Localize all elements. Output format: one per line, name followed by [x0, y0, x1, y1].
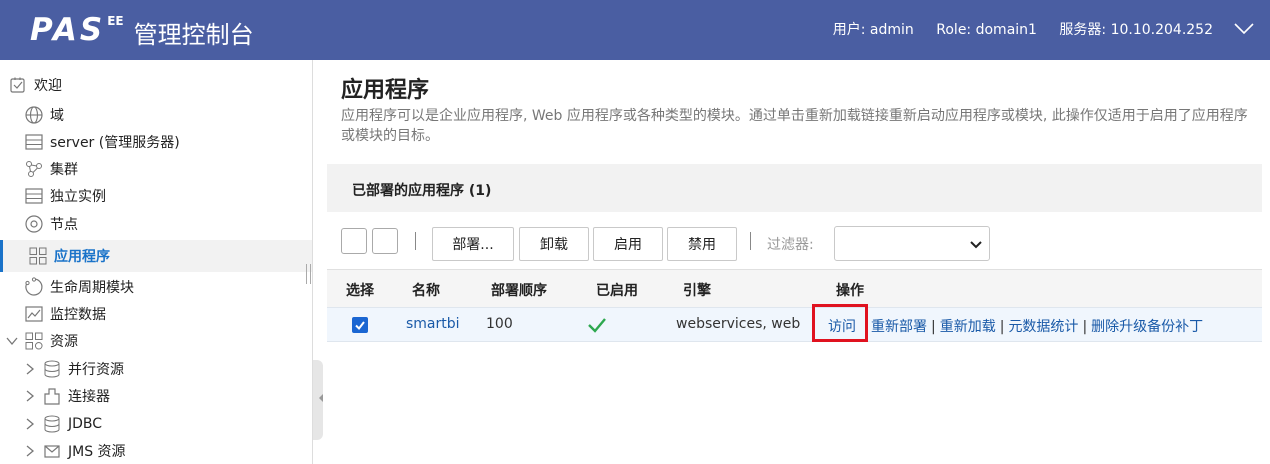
sidebar-item-jdbc[interactable]: JDBC [0, 410, 312, 438]
chevron-right-icon[interactable] [24, 390, 36, 402]
enabled-check-icon [588, 318, 606, 333]
server-label: 服务器: 10.10.204.252 [1059, 22, 1213, 38]
sidebar-item-domain[interactable]: 域 [0, 101, 312, 129]
chevron-right-icon[interactable] [24, 363, 36, 375]
delete-backup-patch-link[interactable]: 删除升级备份补丁 [1091, 319, 1203, 335]
sidebar-item-applications[interactable]: 应用程序 [0, 240, 312, 272]
apps-icon [28, 246, 48, 266]
deploy-button[interactable]: 部署... [432, 227, 514, 261]
sidebar-item-concurrent[interactable]: 并行资源 [0, 355, 312, 383]
sidebar-item-label: 应用程序 [54, 249, 110, 265]
row-actions: 重新部署 | 重新加载 | 元数据统计 | 删除升级备份补丁 [871, 316, 1203, 336]
select-all-checkbox[interactable] [341, 228, 367, 254]
action-separator: | [931, 319, 936, 335]
sidebar-item-lifecycle[interactable]: 生命周期模块 [0, 273, 312, 301]
visit-link[interactable]: 访问 [828, 316, 856, 336]
logo-edition: EE [107, 14, 124, 28]
main-content: 应用程序 应用程序可以是企业应用程序, Web 应用程序或各种类型的模块。通过单… [314, 60, 1270, 464]
chevron-right-icon[interactable] [24, 418, 36, 430]
filter-label: 过滤器: [767, 237, 814, 253]
engine-value: webservices, web [676, 316, 801, 332]
page-description: 应用程序可以是企业应用程序, Web 应用程序或各种类型的模块。通过单击重新加载… [341, 108, 1248, 144]
action-separator: | [1082, 319, 1088, 335]
server-icon [24, 132, 44, 152]
sidebar-item-label: 独立实例 [50, 189, 106, 205]
page-title: 应用程序 [341, 78, 430, 103]
sidebar-item-label: JMS 资源 [68, 444, 126, 460]
table-header: 选择 名称 部署顺序 已启用 引擎 操作 [327, 269, 1262, 307]
sidebar-item-label: 域 [50, 108, 64, 124]
lifecycle-icon [24, 277, 44, 297]
sidebar-item-nodes[interactable]: 节点 [0, 210, 312, 238]
chevron-right-icon[interactable] [24, 445, 36, 457]
col-name[interactable]: 名称 [412, 280, 440, 300]
sidebar-item-welcome[interactable]: 欢迎 [0, 71, 312, 99]
col-engine[interactable]: 引擎 [683, 280, 711, 300]
deploy-order: 100 [486, 316, 513, 332]
sidebar-item-label: 监控数据 [50, 307, 106, 323]
database-icon [42, 359, 62, 379]
role-label: Role: domain1 [936, 22, 1037, 38]
action-separator: | [999, 319, 1005, 335]
section-title: 已部署的应用程序 (1) [352, 183, 492, 199]
sidebar-item-label: 连接器 [68, 389, 110, 405]
enable-button[interactable]: 启用 [593, 227, 663, 261]
sidebar-item-resources[interactable]: 资源 [0, 327, 312, 355]
col-select: 选择 [346, 283, 374, 299]
metadata-stats-link[interactable]: 元数据统计 [1008, 319, 1078, 335]
disable-button[interactable]: 禁用 [667, 227, 737, 261]
monitor-icon [24, 304, 44, 324]
chevron-down-icon[interactable] [1232, 18, 1256, 38]
sidebar-nav: 欢迎 域 server (管理服务器) 集群 独立实例 节点 应用程序 生命周期… [0, 60, 313, 464]
welcome-icon [8, 75, 28, 95]
logo-text: PAS [30, 12, 106, 48]
deselect-all-checkbox[interactable] [372, 228, 398, 254]
globe-icon [24, 105, 44, 125]
sidebar-item-label: 节点 [50, 217, 78, 233]
jms-icon [42, 441, 62, 461]
app-title: 管理控制台 [133, 21, 254, 49]
undeploy-button[interactable]: 卸载 [519, 227, 589, 261]
cluster-icon [24, 159, 44, 179]
node-icon [24, 214, 44, 234]
sidebar-item-label: 并行资源 [68, 362, 124, 378]
user-info: 用户: admin Role: domain1 服务器: 10.10.204.2… [815, 20, 1213, 40]
section-header: 已部署的应用程序 (1) [327, 164, 1262, 212]
sidebar-item-jms[interactable]: JMS 资源 [0, 437, 312, 464]
sidebar-item-label: JDBC [68, 416, 103, 432]
connector-icon [42, 386, 62, 406]
sidebar-item-label: 生命周期模块 [50, 280, 134, 296]
product-logo: PAS EE 管理控制台 [30, 12, 254, 49]
top-header: PAS EE 管理控制台 用户: admin Role: domain1 服务器… [0, 0, 1270, 60]
reload-link[interactable]: 重新加载 [940, 319, 996, 335]
toolbar-divider [415, 232, 416, 250]
sidebar-item-server[interactable]: server (管理服务器) [0, 128, 312, 156]
redeploy-link[interactable]: 重新部署 [871, 319, 927, 335]
sidebar-item-cluster[interactable]: 集群 [0, 155, 312, 183]
toolbar-divider [750, 232, 751, 250]
sidebar-item-connectors[interactable]: 连接器 [0, 382, 312, 410]
sidebar-item-label: 集群 [50, 162, 78, 178]
sidebar-item-label: 欢迎 [34, 78, 62, 94]
chevron-down-icon [970, 241, 982, 249]
col-actions: 操作 [836, 283, 864, 299]
chevron-down-icon[interactable] [6, 335, 18, 347]
database-icon [42, 414, 62, 434]
table-toolbar: 部署... 卸载 启用 禁用 过滤器: [327, 222, 1262, 268]
resources-icon [24, 331, 44, 351]
col-enabled[interactable]: 已启用 [596, 280, 638, 300]
col-order[interactable]: 部署顺序 [491, 280, 547, 300]
sidebar-item-monitoring[interactable]: 监控数据 [0, 300, 312, 328]
sidebar-item-instances[interactable]: 独立实例 [0, 182, 312, 210]
table-row: smartbi 100 webservices, web 访问 重新部署 | 重新加… [327, 304, 1262, 342]
sidebar-resize-handle[interactable] [306, 264, 311, 284]
row-select-checkbox[interactable] [352, 317, 368, 333]
app-name-link[interactable]: smartbi [406, 316, 460, 332]
sidebar-item-label: server (管理服务器) [50, 135, 180, 151]
sidebar-item-label: 资源 [50, 334, 78, 350]
visit-highlight-box: 访问 [812, 304, 868, 342]
filter-select[interactable] [834, 226, 990, 261]
user-label: 用户: admin [832, 22, 914, 38]
instance-icon [24, 186, 44, 206]
